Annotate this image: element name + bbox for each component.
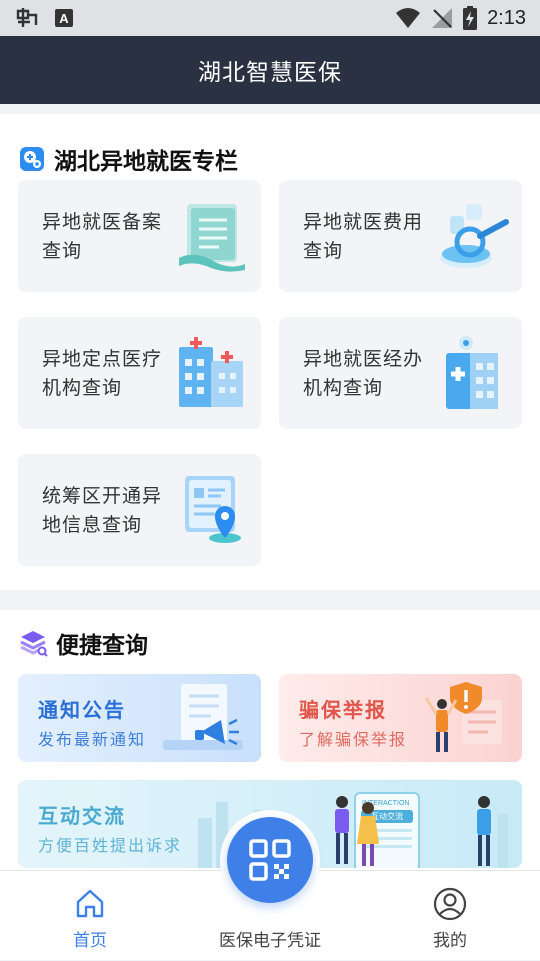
remote-medical-section: 湖北异地就医专栏 异地就医备案 查询 异地就医费用 查询 异地定点医疗 机构查询…: [0, 114, 540, 590]
remote-section-title: 湖北异地就医专栏: [54, 149, 238, 175]
tab-profile-label: 我的: [433, 931, 467, 951]
svg-text:A: A: [59, 11, 69, 26]
interaction-people-icon: [335, 796, 508, 868]
tab-home-label: 首页: [73, 931, 107, 951]
quick-section-title: 便捷查询: [56, 633, 148, 659]
font-a-icon: A: [55, 9, 73, 27]
tile-label-line1: 异地就医经办: [303, 348, 424, 370]
notice-title: 通知公告: [38, 698, 126, 722]
tile-label-line2: 机构查询: [42, 377, 123, 399]
tile-label-line2: 机构查询: [303, 377, 384, 399]
report-warning-icon: [424, 682, 502, 752]
tile-label: 统筹区开通异 地信息查询: [42, 482, 182, 540]
tile-label-line1: 异地定点医疗: [42, 348, 163, 370]
report-subtitle: 了解骗保举报: [299, 730, 408, 749]
fraud-report-banner[interactable]: 骗保举报 了解骗保举报: [279, 674, 522, 762]
remote-section-header: 湖北异地就医专栏: [18, 142, 238, 176]
tile-label-line1: 异地就医备案: [42, 211, 163, 233]
medical-agency-icon: [446, 336, 498, 409]
tile-label-line1: 异地就医费用: [303, 211, 424, 233]
tile-label-line2: 地信息查询: [42, 514, 143, 536]
megaphone-icon: [163, 684, 243, 750]
notice-subtitle: 发布最新通知: [38, 730, 147, 749]
status-bar: A 2:13: [0, 0, 540, 36]
tile-label: 异地就医费用 查询: [303, 208, 443, 266]
document-record-icon: [179, 204, 245, 272]
main-content[interactable]: 湖北异地就医专栏 异地就医备案 查询 异地就医费用 查询 异地定点医疗 机构查询…: [0, 104, 540, 870]
tab-e-voucher-label: 医保电子凭证: [219, 931, 321, 951]
page-title: 湖北智慧医保: [198, 60, 342, 86]
battery-charging-icon: [463, 6, 478, 30]
app-bar: 湖北智慧医保: [0, 36, 540, 104]
tab-home[interactable]: 首页: [0, 871, 180, 961]
quick-section-header: 便捷查询: [18, 626, 148, 660]
no-signal-icon: [432, 8, 453, 28]
search-magnifier-icon: [440, 204, 509, 268]
tile-cost-query[interactable]: 异地就医费用 查询: [279, 180, 522, 292]
interaction-subtitle: 方便百姓提出诉求: [38, 836, 183, 855]
qr-code-button-inner: [227, 817, 313, 903]
home-icon: [76, 889, 104, 918]
tile-registration-query[interactable]: 异地就医备案 查询: [18, 180, 261, 292]
tile-label: 异地就医经办 机构查询: [303, 345, 443, 403]
qr-code-icon: [249, 839, 291, 881]
status-clock: 2:13: [487, 6, 526, 29]
notice-banner[interactable]: 通知公告 发布最新通知: [18, 674, 261, 762]
app-bug-icon: [16, 8, 38, 27]
report-title: 骗保举报: [299, 698, 387, 722]
tile-designated-institution-query[interactable]: 异地定点医疗 机构查询: [18, 317, 261, 429]
tile-label-line1: 统筹区开通异: [42, 485, 163, 507]
user-icon: [433, 887, 467, 921]
hospital-buildings-icon: [179, 337, 243, 407]
interaction-title: 互动交流: [38, 804, 126, 828]
tile-label-line2: 查询: [42, 240, 83, 262]
tile-coverage-area-query[interactable]: 统筹区开通异 地信息查询: [18, 454, 261, 566]
tab-profile[interactable]: 我的: [360, 871, 540, 961]
tile-label: 异地就医备案 查询: [42, 208, 182, 266]
tile-label: 异地定点医疗 机构查询: [42, 345, 182, 403]
hospital-location-icon: [20, 147, 44, 171]
layers-search-icon: [20, 631, 48, 657]
wifi-icon: [396, 8, 421, 28]
tile-agency-query[interactable]: 异地就医经办 机构查询: [279, 317, 522, 429]
tile-label-line2: 查询: [303, 240, 344, 262]
location-card-icon: [185, 476, 241, 543]
qr-code-button[interactable]: [220, 810, 320, 910]
